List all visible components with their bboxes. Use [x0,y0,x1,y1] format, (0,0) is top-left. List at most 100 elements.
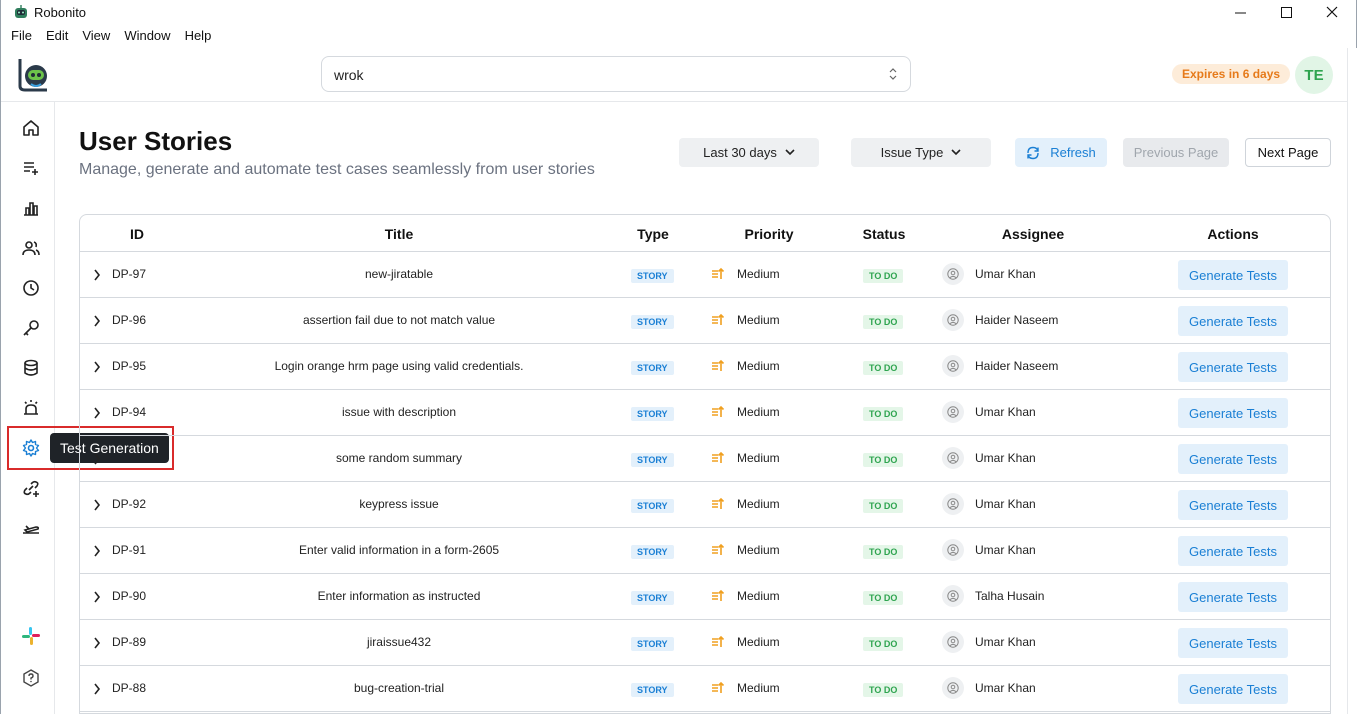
assignee-avatar [942,677,964,699]
user-icon [947,498,959,510]
assignee-avatar [942,355,964,377]
table-row[interactable]: DP-94 issue with description STORY Medium TO… [80,390,1330,436]
row-priority: Medium [737,589,780,603]
sidebar-item-home[interactable] [11,108,51,148]
sidebar-item-charts[interactable] [11,188,51,228]
row-assignee: Umar Khan [975,405,1036,419]
clock-icon [23,280,39,296]
chevron-right-icon[interactable] [93,591,101,603]
generate-tests-button[interactable]: Generate Tests [1178,352,1288,382]
chevron-down-icon [785,149,795,156]
maximize-button[interactable] [1263,0,1309,24]
column-header-assignee[interactable]: Assignee [1002,226,1064,242]
priority-medium-icon [712,451,725,463]
generate-tests-button[interactable]: Generate Tests [1178,582,1288,612]
chevron-right-icon[interactable] [93,683,101,695]
generate-tests-button[interactable]: Generate Tests [1178,536,1288,566]
row-id: DP-95 [112,359,147,373]
type-badge: STORY [631,453,674,467]
table-row[interactable]: DP-96 assertion fail due to not match val… [80,298,1330,344]
chevron-right-icon[interactable] [93,315,101,327]
row-title: bug-creation-trial [353,681,445,695]
chevron-right-icon[interactable] [93,269,101,281]
table-row[interactable]: DP-91 Enter valid information in a form-2… [80,528,1330,574]
chevron-right-icon[interactable] [93,407,101,419]
chevron-right-icon[interactable] [93,637,101,649]
user-icon [947,682,959,694]
sidebar-item-deploy[interactable] [11,508,51,548]
chevron-right-icon[interactable] [93,453,101,465]
row-id: DP-96 [112,313,147,327]
window-title: Robonito [34,5,87,20]
chevron-right-icon[interactable] [93,545,101,557]
home-icon [23,120,39,136]
previous-page-button[interactable]: Previous Page [1123,138,1229,167]
table-row[interactable]: DP-97 new-jiratable STORY Medium TO DO Umar K… [80,252,1330,298]
title-bar: Robonito [1,0,1356,24]
menu-view[interactable]: View [82,26,110,46]
generate-tests-button[interactable]: Generate Tests [1178,260,1288,290]
menu-help[interactable]: Help [185,26,212,46]
column-header-title[interactable]: Title [385,226,414,242]
generate-tests-button[interactable]: Generate Tests [1178,674,1288,704]
generate-tests-button[interactable]: Generate Tests [1178,628,1288,658]
table-row[interactable]: DP-89 jiraissue432 STORY Medium TO DO Umar Kh… [80,620,1330,666]
table-row[interactable]: DP-95 Login orange hrm page using valid c… [80,344,1330,390]
minimize-button[interactable] [1217,0,1263,24]
generate-tests-button[interactable]: Generate Tests [1178,444,1288,474]
scrollbar[interactable] [1347,48,1357,714]
sidebar-item-alerts[interactable] [11,388,51,428]
status-badge: TO DO [863,683,904,697]
issue-type-label: Issue Type [880,145,944,160]
column-header-type[interactable]: Type [637,226,669,242]
status-badge: TO DO [863,591,904,605]
sidebar-item-database[interactable] [11,348,51,388]
column-header-actions[interactable]: Actions [1207,226,1258,242]
status-badge: TO DO [863,545,904,559]
close-button[interactable] [1309,0,1355,24]
type-badge: STORY [631,591,674,605]
robonito-logo[interactable] [17,56,51,92]
table-row[interactable]: DP-92 keypress issue STORY Medium TO DO Umar … [80,482,1330,528]
table-row[interactable]: DP-90 Enter information as instructed STOR… [80,574,1330,620]
sidebar-item-keys[interactable] [11,308,51,348]
menu-edit[interactable]: Edit [46,26,68,46]
row-assignee: Umar Khan [975,681,1036,695]
refresh-label: Refresh [1050,145,1096,160]
next-page-button[interactable]: Next Page [1245,138,1331,167]
issue-type-dropdown[interactable]: Issue Type [851,138,991,167]
row-id: DP-89 [112,635,147,649]
chevron-right-icon[interactable] [93,361,101,373]
minimize-icon [1234,12,1246,13]
date-filter-dropdown[interactable]: Last 30 days [679,138,819,167]
generate-tests-button[interactable]: Generate Tests [1178,398,1288,428]
generate-tests-button[interactable]: Generate Tests [1178,306,1288,336]
priority-medium-icon [712,267,725,279]
table-row[interactable]: DP-88 bug-creation-trial STORY Medium TO DO U… [80,666,1330,712]
column-header-id[interactable]: ID [130,226,144,242]
status-badge: TO DO [863,637,904,651]
close-icon [1326,6,1338,18]
sidebar-item-slack[interactable] [11,616,51,656]
row-title: Enter valid information in a form-2605 [298,543,500,557]
project-select[interactable]: wrok [321,56,911,92]
row-assignee: Haider Naseem [975,359,1059,373]
table-row[interactable]: some random summary STORY Medium TO DO Umar … [80,436,1330,482]
menu-window[interactable]: Window [124,26,170,46]
generate-tests-button[interactable]: Generate Tests [1178,490,1288,520]
column-header-priority[interactable]: Priority [744,226,793,242]
row-title: Login orange hrm page using valid creden… [274,359,524,373]
user-icon [947,452,959,464]
menu-file[interactable]: File [11,26,32,46]
column-header-status[interactable]: Status [863,226,906,242]
sidebar-item-add-list[interactable] [11,148,51,188]
row-assignee: Talha Husain [975,589,1045,603]
chevron-right-icon[interactable] [93,499,101,511]
sidebar-item-users[interactable] [11,228,51,268]
sidebar-item-help[interactable] [11,658,51,698]
user-avatar[interactable]: TE [1295,56,1333,94]
sidebar-item-history[interactable] [11,268,51,308]
refresh-button[interactable]: Refresh [1015,138,1107,167]
sidebar-item-integrations[interactable] [11,468,51,508]
status-badge: TO DO [863,499,904,513]
